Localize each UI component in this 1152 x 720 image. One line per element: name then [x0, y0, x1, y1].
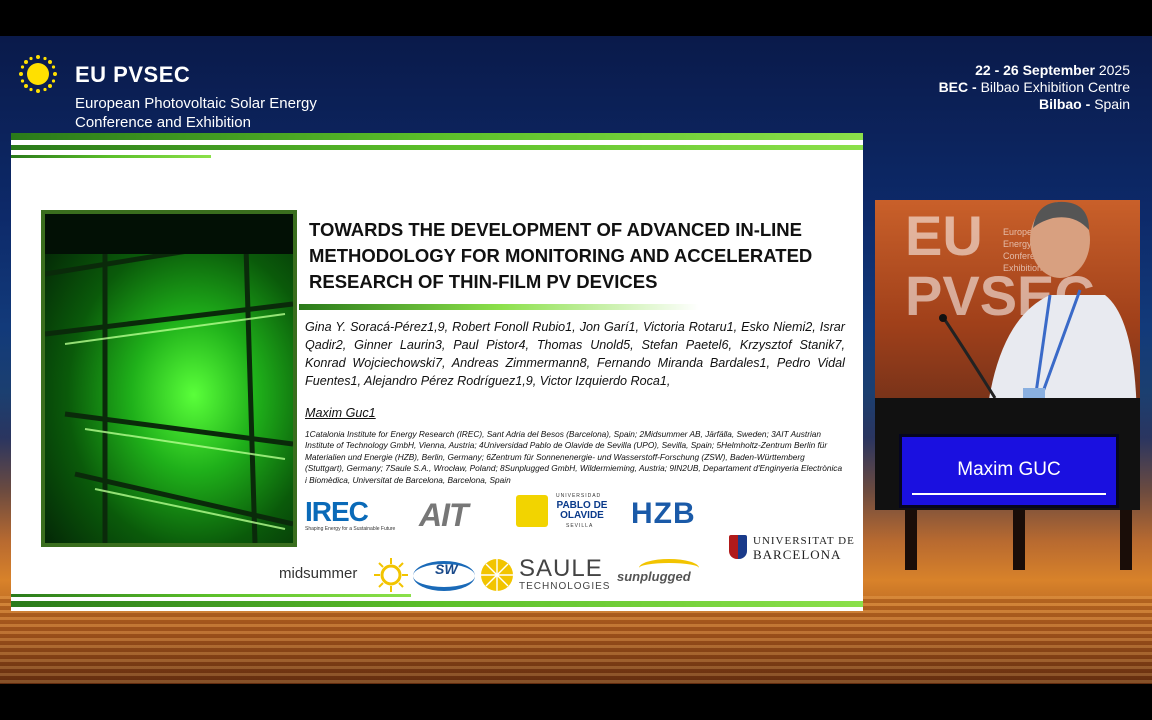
event-info: 22 - 26 September 2025 BEC - Bilbao Exhi… [939, 62, 1130, 113]
city-label: Bilbao - [1038, 96, 1091, 112]
saule-sub: TECHNOLOGIES [519, 581, 611, 592]
saule-name: SAULE [519, 555, 603, 582]
brand-name: EU PVSEC [75, 62, 191, 87]
sunplugged-swoosh-icon [639, 559, 699, 577]
irec-logo-text: IREC [305, 496, 369, 527]
irec-logo: IREC Shaping Energy for a Sustainable Fu… [305, 496, 395, 532]
upo-logo: UNIVERSIDAD PABLO DE OLAVIDE SEVILLA [516, 493, 607, 529]
saule-flower-icon [481, 559, 513, 591]
pillar-3 [1120, 510, 1132, 570]
title-divider [299, 304, 699, 310]
hzb-logo-text: HZB [631, 497, 696, 530]
ub-line-1: UNIVERSITAT DE [753, 535, 855, 547]
pillar-2 [1013, 510, 1025, 570]
upo-emblem-icon [516, 495, 548, 527]
upo-top: UNIVERSIDAD [556, 493, 602, 499]
venue-label: BEC - [938, 79, 977, 95]
video-frame: EU PVSEC European Photovoltaic Solar Ene… [0, 36, 1152, 684]
sun-logo-icon [19, 55, 57, 93]
presentation-slide: TOWARDS THE DEVELOPMENT OF ADVANCED IN-L… [11, 133, 863, 611]
upo-bottom: SEVILLA [566, 523, 594, 529]
country-name: Spain [1094, 96, 1130, 112]
hzb-logo: HZB [631, 497, 696, 531]
ub-line-2: BARCELONA [753, 547, 842, 562]
affiliations: 1Catalonia Institute for Energy Research… [305, 429, 843, 485]
speaker-video: EU PVSEC European Energy Conference Exhi… [875, 200, 1140, 510]
podium-screen: Maxim GUC [899, 434, 1119, 508]
upo-main: PABLO DE OLAVIDE [556, 500, 608, 521]
equipment-photo [41, 210, 297, 547]
ait-logo: AIT [419, 497, 469, 534]
slide-title: TOWARDS THE DEVELOPMENT OF ADVANCED IN-L… [309, 219, 813, 292]
top-bar-1 [11, 133, 863, 140]
brand-subtitle: European Photovoltaic Solar Energy Confe… [75, 95, 317, 131]
author-list: Gina Y. Soracá-Pérez1,9, Robert Fonoll R… [305, 320, 845, 388]
top-bar-2 [11, 145, 863, 150]
venue-name: Bilbao Exhibition Centre [980, 79, 1130, 95]
event-year: 2025 [1098, 62, 1130, 78]
midsummer-logo: midsummer [279, 565, 357, 582]
midsummer-sun-icon [374, 558, 408, 592]
irec-tagline: Shaping Energy for a Sustainable Future [305, 526, 396, 532]
ait-logo-text: AIT [419, 497, 469, 533]
zsw-logo-text: SW [435, 561, 458, 577]
pillar-1 [905, 510, 917, 570]
saule-logo: SAULE TECHNOLOGIES [519, 555, 611, 593]
top-bar-3 [11, 155, 211, 158]
name-plate-underline [912, 493, 1106, 495]
presenter-name: Maxim Guc1 [305, 406, 376, 420]
event-dates: 22 - 26 September [975, 62, 1095, 78]
ub-shield-icon [729, 535, 747, 559]
zsw-logo: SW [413, 557, 475, 593]
sunplugged-logo: sunplugged [617, 559, 699, 584]
speaker-name-plate: Maxim GUC [957, 459, 1061, 480]
bottom-bar-1 [11, 594, 411, 597]
bottom-bar-2 [11, 601, 863, 607]
midsummer-logo-text: midsummer [279, 565, 358, 582]
